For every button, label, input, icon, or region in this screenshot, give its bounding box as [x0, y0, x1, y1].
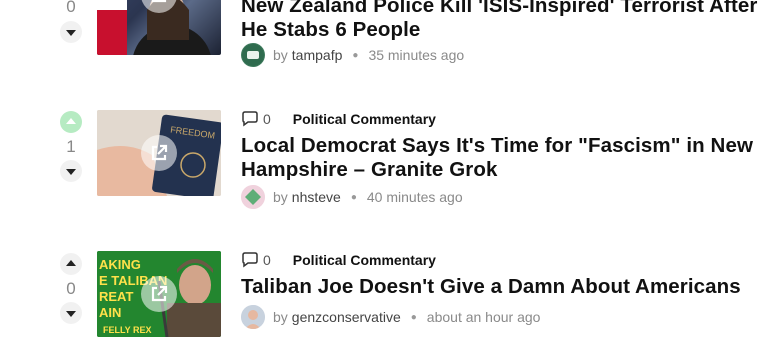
downvote-button[interactable]: [60, 21, 82, 43]
vote-widget: 0: [57, 0, 85, 43]
author-link[interactable]: genzconservative: [292, 309, 401, 325]
separator-dot: ●: [410, 311, 417, 323]
post-title[interactable]: Taliban Joe Doesn't Give a Damn About Am…: [241, 275, 761, 299]
comment-icon[interactable]: [241, 111, 259, 127]
upvote-button[interactable]: [60, 253, 82, 275]
external-link-button[interactable]: [141, 276, 177, 312]
by-label: by: [273, 47, 288, 63]
post-time: 40 minutes ago: [366, 189, 463, 205]
post-byline: by nhsteve ● 40 minutes ago: [241, 185, 463, 209]
category-label[interactable]: Political Commentary: [293, 111, 436, 127]
post-time: 35 minutes ago: [368, 47, 465, 63]
nhsteve-avatar-icon: [241, 185, 265, 209]
arrow-down-icon: [66, 311, 76, 317]
vote-widget: 1: [57, 111, 85, 182]
arrow-up-icon: [66, 118, 76, 124]
post-thumbnail[interactable]: FREEDOM: [97, 110, 221, 196]
thumb-text-1: AKING: [99, 257, 141, 272]
separator-dot: ●: [352, 49, 359, 61]
external-link-icon: [151, 0, 167, 3]
avatar[interactable]: [241, 185, 265, 209]
downvote-button[interactable]: [60, 302, 82, 324]
comment-icon[interactable]: [241, 252, 259, 268]
vote-score: 0: [66, 0, 76, 16]
thumb-text-4: AIN: [99, 305, 121, 320]
avatar[interactable]: [241, 43, 265, 67]
external-link-icon: [151, 144, 168, 161]
vote-score: 0: [66, 279, 76, 298]
vote-widget: 0: [57, 253, 85, 324]
post-meta: 0 Political Commentary: [241, 111, 436, 127]
post-title[interactable]: New Zealand Police Kill 'ISIS-Inspired' …: [241, 0, 761, 42]
post-meta: 0 Political Commentary: [241, 252, 436, 268]
upvote-button[interactable]: [60, 111, 82, 133]
by-label: by: [273, 189, 288, 205]
category-label[interactable]: Political Commentary: [293, 252, 436, 268]
comment-count[interactable]: 0: [263, 111, 271, 127]
vote-score: 1: [66, 137, 76, 156]
arrow-down-icon: [66, 169, 76, 175]
downvote-button[interactable]: [60, 160, 82, 182]
post-thumbnail[interactable]: [97, 0, 221, 55]
post-thumbnail[interactable]: AKING E TALIBAN REAT AIN FELLY REX: [97, 251, 221, 337]
post-time: about an hour ago: [426, 309, 541, 325]
post-title[interactable]: Local Democrat Says It's Time for "Fasci…: [241, 134, 761, 182]
author-link[interactable]: tampafp: [292, 47, 343, 63]
comment-count[interactable]: 0: [263, 252, 271, 268]
genzconservative-avatar-icon: [241, 305, 265, 329]
author-link[interactable]: nhsteve: [292, 189, 341, 205]
arrow-down-icon: [66, 30, 76, 36]
post-byline: by tampafp ● 35 minutes ago: [241, 43, 464, 67]
by-label: by: [273, 309, 288, 325]
arrow-up-icon: [66, 260, 76, 266]
separator-dot: ●: [350, 191, 357, 203]
avatar[interactable]: [241, 305, 265, 329]
external-link-icon: [151, 285, 168, 302]
external-link-button[interactable]: [141, 135, 177, 171]
thumb-text-3: REAT: [99, 289, 133, 304]
tampafp-logo-icon: [242, 44, 264, 66]
post-byline: by genzconservative ● about an hour ago: [241, 305, 540, 329]
